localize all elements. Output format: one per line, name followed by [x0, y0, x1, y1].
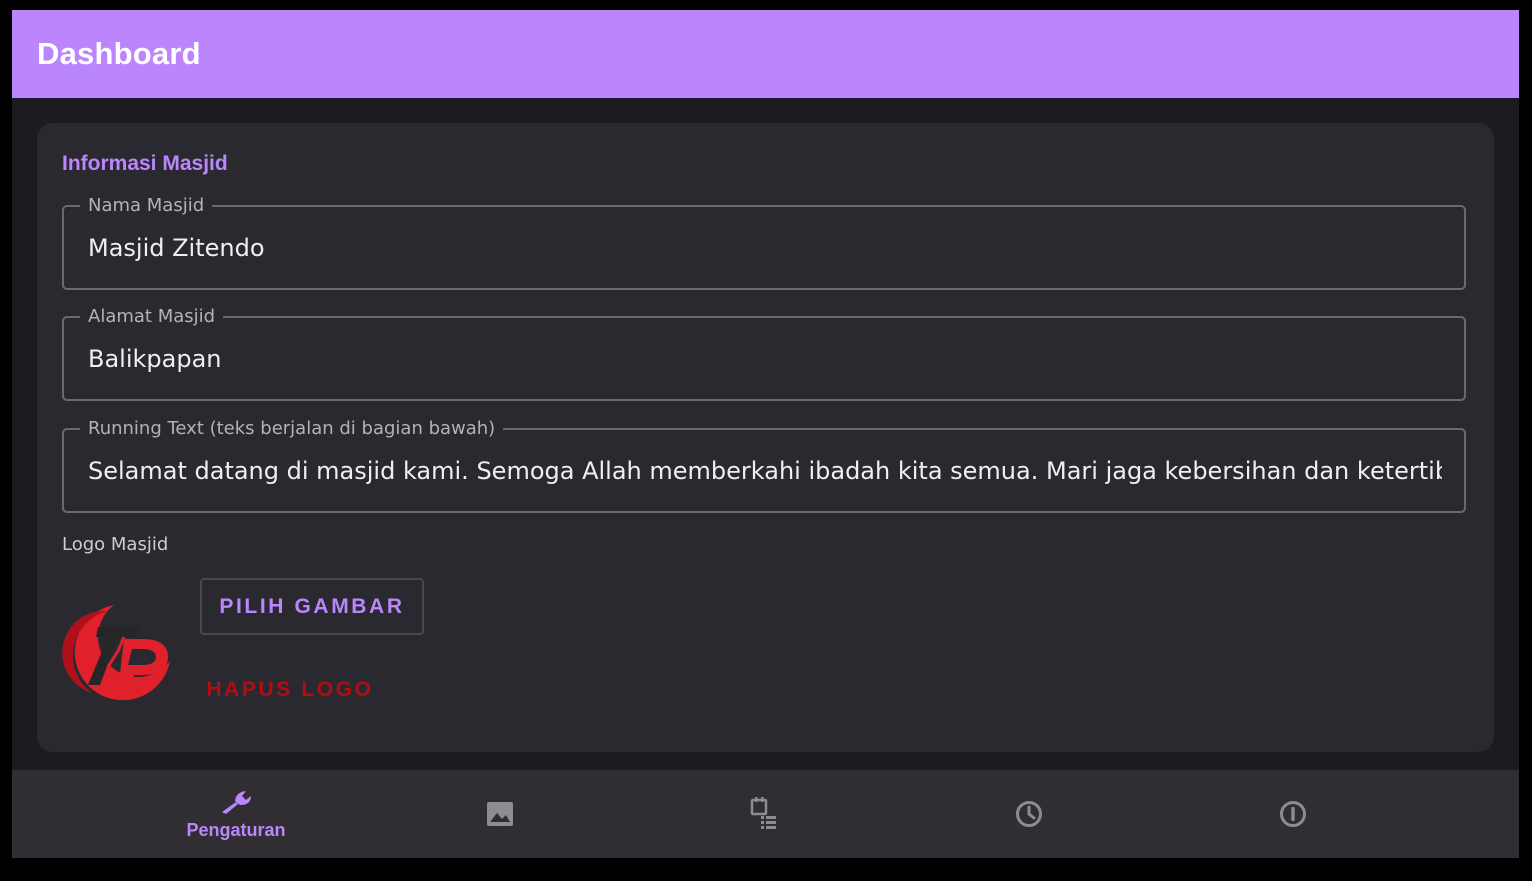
- mosque-name-field[interactable]: Nama Masjid Masjid Zitendo: [62, 195, 1466, 290]
- app-screen: Dashboard Informasi Masjid Nama Masjid M…: [12, 10, 1519, 858]
- pick-image-button[interactable]: PILIH GAMBAR: [200, 578, 424, 635]
- nav-item-settings[interactable]: Pengaturan: [104, 770, 368, 858]
- nav-item-schedule[interactable]: [632, 770, 896, 858]
- mosque-info-card: Informasi Masjid Nama Masjid Masjid Zite…: [37, 123, 1494, 752]
- running-text-label: Running Text (teks berjalan di bagian ba…: [80, 418, 504, 439]
- mosque-name-label: Nama Masjid: [80, 195, 213, 216]
- nav-label-settings: Pengaturan: [186, 819, 286, 840]
- section-title: Informasi Masjid: [62, 152, 228, 175]
- remove-logo-button[interactable]: HAPUS LOGO: [200, 668, 380, 712]
- calendar-list-icon: [749, 796, 779, 832]
- image-icon: [485, 800, 515, 828]
- bottom-navigation: Pengaturan: [12, 770, 1519, 858]
- nav-item-info[interactable]: [1161, 770, 1425, 858]
- mosque-address-field[interactable]: Alamat Masjid Balikpapan: [62, 306, 1466, 401]
- logo-label: Logo Masjid: [62, 534, 169, 555]
- mosque-logo-image: [62, 593, 177, 708]
- info-icon: [1278, 799, 1308, 829]
- mosque-address-label: Alamat Masjid: [80, 306, 224, 327]
- running-text-field[interactable]: Running Text (teks berjalan di bagian ba…: [62, 418, 1466, 513]
- wrench-icon: [218, 788, 254, 816]
- mosque-address-input[interactable]: Balikpapan: [88, 345, 1442, 373]
- page-title: Dashboard: [37, 36, 201, 71]
- nav-item-image[interactable]: [368, 770, 632, 858]
- clock-icon: [1014, 799, 1044, 829]
- mosque-name-input[interactable]: Masjid Zitendo: [88, 234, 1442, 262]
- top-app-bar: Dashboard: [12, 10, 1519, 98]
- running-text-input[interactable]: Selamat datang di masjid kami. Semoga Al…: [88, 457, 1442, 485]
- nav-item-clock[interactable]: [897, 770, 1161, 858]
